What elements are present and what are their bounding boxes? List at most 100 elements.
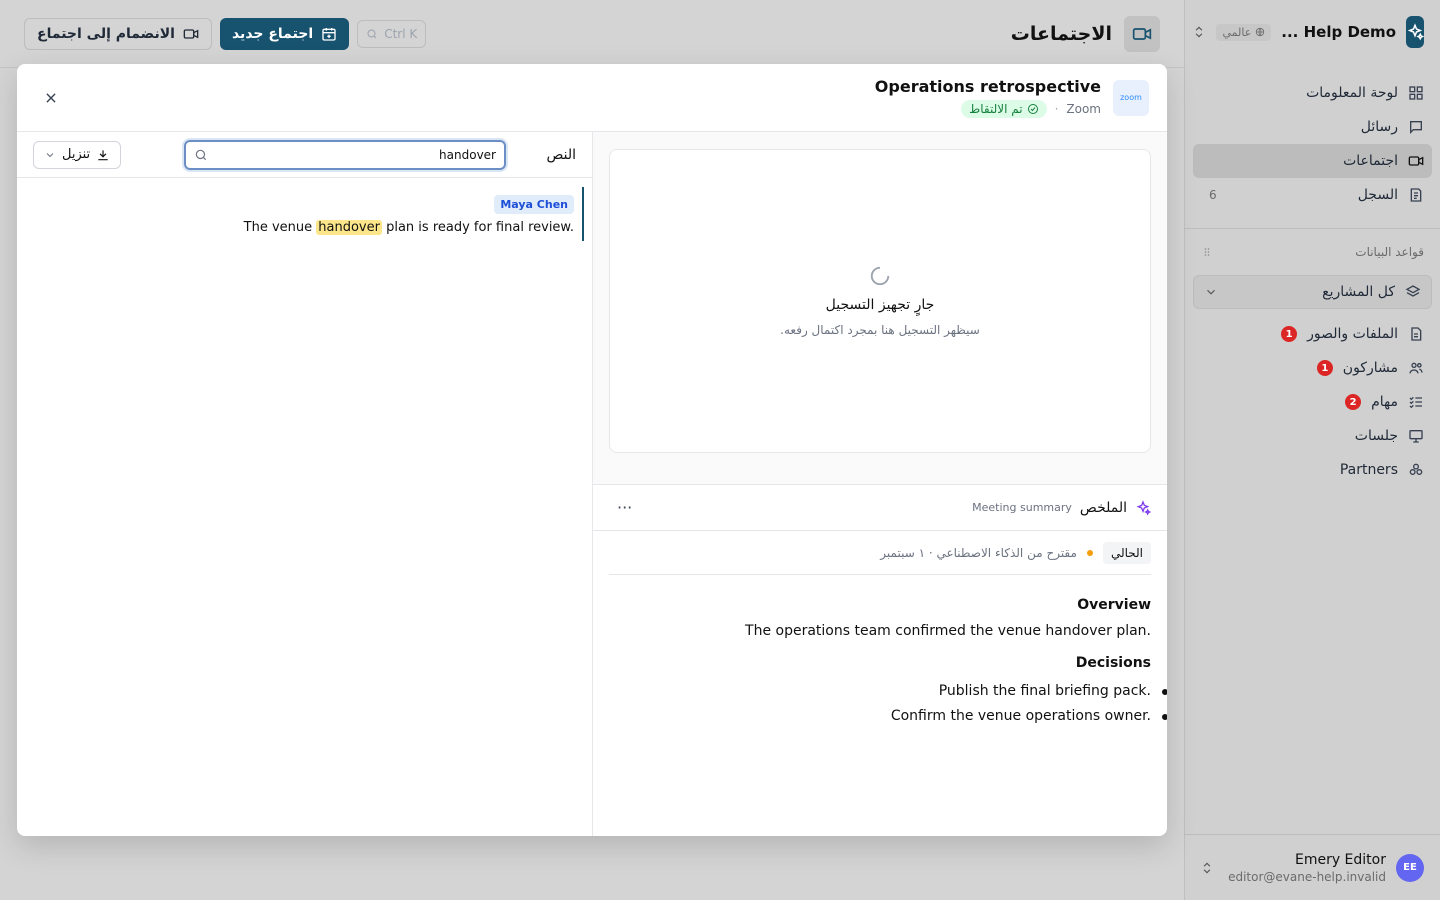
- page-title: الاجتماعات: [1010, 22, 1112, 45]
- chevron-down-icon: [1207, 289, 1215, 295]
- presentation-icon: [1409, 430, 1423, 443]
- status-badge: تم الالتقاط: [961, 100, 1047, 118]
- nav-label: لوحة المعلومات: [1306, 85, 1398, 101]
- project-select[interactable]: كل المشاريع: [1193, 275, 1432, 309]
- search-highlight: handover: [316, 220, 382, 235]
- shortcut-label: Ctrl K: [384, 26, 418, 41]
- summary-header: الملخص Meeting summary ···: [593, 485, 1167, 531]
- segment-text-before: The venue: [243, 220, 317, 235]
- meeting-detail-modal: zoom Operations retrospective Zoom · تم …: [17, 64, 1167, 836]
- app-logo-icon: [1406, 16, 1424, 48]
- layers-icon: [1405, 285, 1421, 297]
- avatar: EE: [1396, 853, 1424, 882]
- count-badge: 1: [1316, 360, 1333, 376]
- tasks-icon: [1409, 396, 1422, 409]
- calendar-plus-icon: [322, 27, 336, 41]
- nav-item-log[interactable]: السجل 6: [1193, 178, 1432, 212]
- main-nav: لوحة المعلومات رسائل اجتماعات السجل 6: [1185, 64, 1440, 224]
- download-button[interactable]: تنزيل: [33, 140, 122, 169]
- video-icon: [1408, 156, 1424, 166]
- new-meeting-button[interactable]: اجتماع جديد: [219, 17, 350, 50]
- nav-item-participants[interactable]: مشاركون 1: [1193, 351, 1432, 385]
- header-actions: Ctrl K اجتماع جديد الانضمام إلى اجتماع: [24, 17, 427, 50]
- message-icon: [1410, 121, 1422, 134]
- status-label: تم الالتقاط: [969, 102, 1023, 116]
- version-meta: مقترح من الذكاء الاصطناعي · ١ سبتمبر: [880, 545, 1077, 560]
- chevron-updown-icon[interactable]: [1200, 861, 1214, 875]
- chevron-down-icon: [46, 152, 54, 157]
- nav-label: مهام: [1371, 394, 1398, 410]
- users-icon: [1409, 362, 1423, 374]
- user-menu[interactable]: EE Emery Editor editor@evane-help.invali…: [1184, 834, 1440, 900]
- download-icon: [98, 149, 108, 160]
- project-select-value: كل المشاريع: [1322, 284, 1395, 300]
- nav-label: السجل: [1357, 187, 1398, 203]
- nav-label: رسائل: [1360, 119, 1398, 135]
- workspace-scope-label: عالمي: [1222, 25, 1252, 39]
- globe-icon: [1256, 27, 1265, 37]
- database-nav: الملفات والصور 1 مشاركون 1 مهام 2 جلسات …: [1185, 315, 1440, 499]
- transcript-label: النص: [546, 146, 576, 163]
- transcript-search[interactable]: [184, 139, 506, 170]
- chevron-updown-icon[interactable]: [1192, 25, 1206, 39]
- drag-handle-icon[interactable]: [1201, 246, 1213, 258]
- workspace-scope-badge: عالمي: [1216, 23, 1272, 41]
- recording-status: جارٍ تجهيز التسجيل: [825, 297, 935, 313]
- overview-heading: Overview: [1077, 597, 1151, 613]
- version-tab-current[interactable]: الحالي: [1102, 541, 1151, 564]
- close-button[interactable]: [37, 84, 65, 112]
- more-options-button[interactable]: ···: [609, 498, 640, 517]
- partners-icon: [1409, 463, 1423, 475]
- segment-text-after: plan is ready for final review.: [381, 220, 574, 235]
- meeting-title: Operations retrospective: [874, 77, 1101, 96]
- close-icon: [46, 92, 56, 103]
- join-meeting-label: الانضمام إلى اجتماع: [37, 25, 175, 42]
- video-icon: [183, 28, 199, 39]
- databases-label: قواعد البيانات: [1355, 245, 1424, 259]
- list-item: Confirm the venue operations owner.: [609, 704, 1167, 729]
- join-meeting-button[interactable]: الانضمام إلى اجتماع: [24, 17, 212, 50]
- nav-item-sessions[interactable]: جلسات: [1193, 419, 1432, 453]
- nav-label: جلسات: [1354, 428, 1398, 444]
- check-circle-icon: [1027, 104, 1038, 114]
- workspace-name: Help Demo ...: [1281, 23, 1396, 41]
- nav-label: Partners: [1339, 462, 1398, 478]
- transcript-segment[interactable]: Maya Chen The venue handover plan is rea…: [25, 187, 584, 241]
- nav-item-partners[interactable]: Partners: [1193, 453, 1432, 487]
- dashboard-icon: [1409, 86, 1423, 100]
- decisions-list: Publish the final briefing pack. Confirm…: [609, 679, 1167, 729]
- recording-summary-pane: جارٍ تجهيز التسجيل سيظهر التسجيل هنا بمج…: [592, 132, 1167, 836]
- nav-label: مشاركون: [1342, 360, 1398, 376]
- recording-subtext: سيظهر التسجيل هنا بمجرد اكتمال رفعه.: [780, 323, 980, 337]
- user-info: Emery Editor editor@evane-help.invalid: [1228, 852, 1386, 884]
- count-badge: 2: [1345, 394, 1362, 410]
- log-icon: [1410, 188, 1422, 202]
- nav-item-messages[interactable]: رسائل: [1193, 110, 1432, 144]
- count-badge: 1: [1281, 326, 1298, 342]
- nav-label: الملفات والصور: [1307, 326, 1398, 342]
- workspace-switcher[interactable]: Help Demo ... عالمي: [1185, 0, 1440, 64]
- modal-header: zoom Operations retrospective Zoom · تم …: [17, 64, 1167, 132]
- modal-body: جارٍ تجهيز التسجيل سيظهر التسجيل هنا بمج…: [17, 132, 1167, 836]
- recording-area: جارٍ تجهيز التسجيل سيظهر التسجيل هنا بمج…: [593, 132, 1167, 485]
- nav-item-dashboard[interactable]: لوحة المعلومات: [1193, 76, 1432, 110]
- search-shortcut-button[interactable]: Ctrl K: [357, 19, 427, 48]
- decisions-heading: Decisions: [1075, 655, 1151, 671]
- user-name: Emery Editor: [1294, 851, 1386, 868]
- nav-item-tasks[interactable]: مهام 2: [1193, 385, 1432, 419]
- meeting-meta-row: Zoom · تم الالتقاط: [961, 100, 1101, 118]
- search-icon: [367, 29, 377, 38]
- video-icon: [1124, 15, 1160, 52]
- transcript-header: النص تنزيل: [17, 132, 592, 178]
- databases-section-header: قواعد البيانات: [1185, 233, 1440, 267]
- sparkles-icon: [1136, 499, 1151, 515]
- divider: [1185, 228, 1440, 229]
- nav-item-meetings[interactable]: اجتماعات: [1193, 144, 1432, 178]
- summary-version-row: الحالي مقترح من الذكاء الاصطناعي · ١ سبت…: [609, 531, 1151, 575]
- page-header: الاجتماعات Ctrl K اجتماع جديد الانضمام إ…: [0, 0, 1184, 68]
- search-input[interactable]: [214, 147, 496, 162]
- search-icon: [195, 149, 207, 160]
- summary-title: الملخص: [1079, 499, 1127, 516]
- nav-item-files[interactable]: الملفات والصور 1: [1193, 317, 1432, 351]
- transcript-pane: النص تنزيل Maya Chen The venue handover …: [17, 132, 592, 836]
